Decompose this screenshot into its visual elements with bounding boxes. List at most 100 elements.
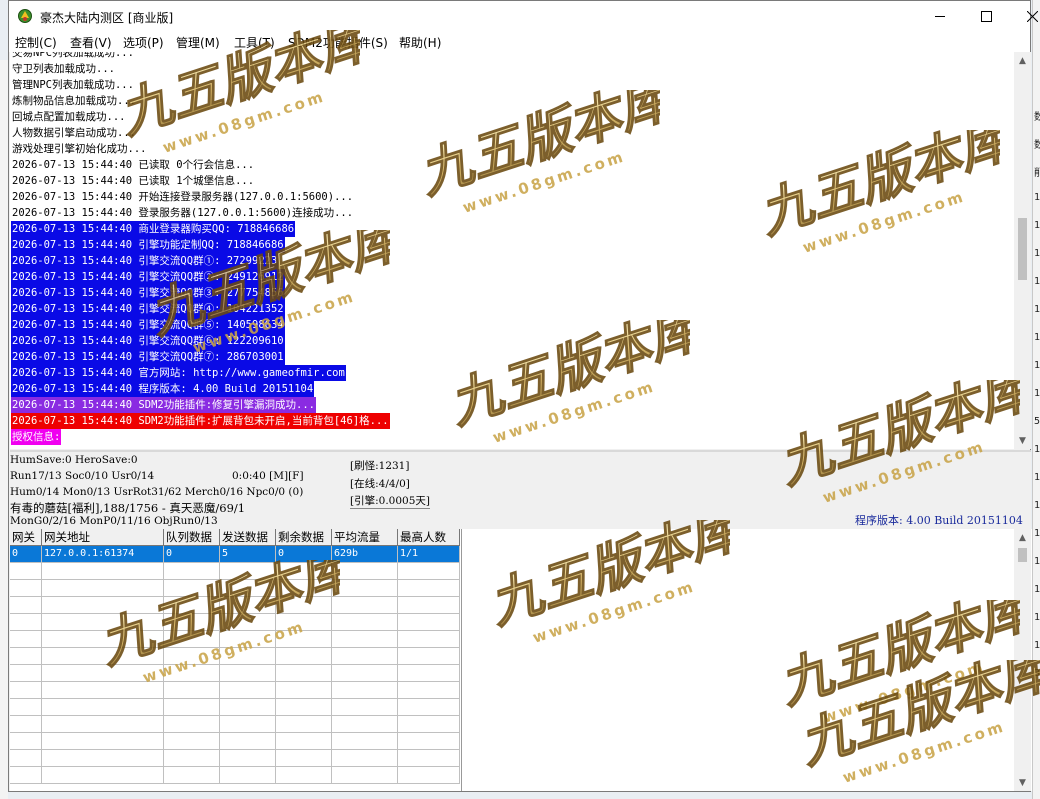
grid-empty-cell[interactable] bbox=[10, 563, 42, 580]
grid-empty-cell[interactable] bbox=[10, 580, 42, 597]
grid-empty-cell[interactable] bbox=[164, 648, 220, 665]
grid-empty-cell[interactable] bbox=[398, 716, 460, 733]
log-scrollbar[interactable]: ▲ ▼ bbox=[1014, 52, 1031, 449]
grid-empty-cell[interactable] bbox=[164, 665, 220, 682]
grid-empty-cell[interactable] bbox=[276, 750, 332, 767]
grid-empty-cell[interactable] bbox=[332, 648, 398, 665]
maximize-button[interactable] bbox=[963, 1, 1009, 32]
grid-header[interactable]: 网关地址 bbox=[42, 529, 164, 546]
grid-empty-cell[interactable] bbox=[220, 767, 276, 784]
grid-empty-cell[interactable] bbox=[164, 580, 220, 597]
grid-cell[interactable]: 0 bbox=[10, 546, 42, 563]
grid-empty-cell[interactable] bbox=[276, 716, 332, 733]
grid-empty-cell[interactable] bbox=[276, 648, 332, 665]
grid-empty-cell[interactable] bbox=[10, 614, 42, 631]
grid-empty-cell[interactable] bbox=[42, 665, 164, 682]
grid-empty-cell[interactable] bbox=[220, 716, 276, 733]
grid-empty-cell[interactable] bbox=[164, 631, 220, 648]
menu-options[interactable]: 选项(P) bbox=[123, 34, 164, 51]
grid-empty-cell[interactable] bbox=[164, 614, 220, 631]
grid-empty-cell[interactable] bbox=[42, 767, 164, 784]
grid-empty-cell[interactable] bbox=[220, 648, 276, 665]
grid-empty-cell[interactable] bbox=[42, 563, 164, 580]
grid-empty-cell[interactable] bbox=[276, 614, 332, 631]
grid-empty-cell[interactable] bbox=[398, 733, 460, 750]
grid-empty-cell[interactable] bbox=[276, 665, 332, 682]
grid-empty-cell[interactable] bbox=[10, 631, 42, 648]
grid-empty-cell[interactable] bbox=[276, 580, 332, 597]
grid-empty-cell[interactable] bbox=[220, 699, 276, 716]
grid-empty-cell[interactable] bbox=[10, 597, 42, 614]
minimize-button[interactable] bbox=[917, 1, 963, 32]
scroll-up-icon[interactable]: ▲ bbox=[1014, 52, 1031, 69]
grid-header[interactable]: 发送数据 bbox=[220, 529, 276, 546]
grid-empty-cell[interactable] bbox=[164, 563, 220, 580]
grid-empty-cell[interactable] bbox=[220, 580, 276, 597]
grid-empty-cell[interactable] bbox=[398, 631, 460, 648]
grid-header[interactable]: 平均流量 bbox=[332, 529, 398, 546]
grid-header[interactable]: 网关 bbox=[10, 529, 42, 546]
grid-empty-cell[interactable] bbox=[398, 580, 460, 597]
grid-scrollbar[interactable]: ▲ ▼ bbox=[1014, 529, 1031, 791]
grid-empty-cell[interactable] bbox=[220, 750, 276, 767]
grid-empty-cell[interactable] bbox=[42, 733, 164, 750]
grid-empty-cell[interactable] bbox=[10, 733, 42, 750]
grid-empty-cell[interactable] bbox=[42, 699, 164, 716]
grid-cell[interactable]: 629b bbox=[332, 546, 398, 563]
grid-cell[interactable]: 0 bbox=[164, 546, 220, 563]
grid-empty-cell[interactable] bbox=[276, 597, 332, 614]
grid-empty-cell[interactable] bbox=[398, 682, 460, 699]
grid-empty-cell[interactable] bbox=[42, 750, 164, 767]
menu-manage[interactable]: 管理(M) bbox=[176, 34, 220, 51]
menu-help[interactable]: 帮助(H) bbox=[399, 34, 441, 51]
grid-empty-cell[interactable] bbox=[398, 648, 460, 665]
grid-cell[interactable]: 1/1 bbox=[398, 546, 460, 563]
grid-header[interactable]: 剩余数据 bbox=[276, 529, 332, 546]
menu-view[interactable]: 查看(V) bbox=[70, 34, 112, 51]
grid-empty-cell[interactable] bbox=[398, 597, 460, 614]
grid-cell[interactable]: 0 bbox=[276, 546, 332, 563]
grid-empty-cell[interactable] bbox=[332, 767, 398, 784]
log-scroll-thumb[interactable] bbox=[1018, 218, 1027, 280]
grid-empty-cell[interactable] bbox=[10, 699, 42, 716]
grid-empty-cell[interactable] bbox=[42, 614, 164, 631]
close-button[interactable] bbox=[1009, 1, 1040, 32]
grid-cell[interactable]: 127.0.0.1:61374 bbox=[42, 546, 164, 563]
grid-empty-cell[interactable] bbox=[220, 733, 276, 750]
grid-empty-cell[interactable] bbox=[398, 750, 460, 767]
grid-empty-cell[interactable] bbox=[42, 597, 164, 614]
grid-empty-cell[interactable] bbox=[164, 750, 220, 767]
grid-scroll-thumb[interactable] bbox=[1018, 548, 1027, 562]
grid-empty-cell[interactable] bbox=[42, 631, 164, 648]
grid-empty-cell[interactable] bbox=[332, 716, 398, 733]
menu-control[interactable]: 控制(C) bbox=[15, 34, 57, 51]
menu-tools[interactable]: 工具(T) bbox=[234, 34, 275, 51]
grid-empty-cell[interactable] bbox=[332, 597, 398, 614]
menu-sdm2-plugin[interactable]: SDM2功能插件(S) bbox=[288, 34, 388, 51]
grid-empty-cell[interactable] bbox=[276, 682, 332, 699]
grid-empty-cell[interactable] bbox=[398, 699, 460, 716]
grid-empty-cell[interactable] bbox=[332, 699, 398, 716]
grid-empty-cell[interactable] bbox=[332, 750, 398, 767]
grid-empty-cell[interactable] bbox=[220, 563, 276, 580]
gateway-grid[interactable]: 网关 网关地址 队列数据 发送数据 剩余数据 平均流量 最高人数 0 127.0.0.1:613… bbox=[10, 529, 462, 791]
grid-empty-cell[interactable] bbox=[276, 699, 332, 716]
log-output[interactable]: 交易NPC列表加载成功... 守卫列表加载成功... 管理NPC列表加载成功... 炼… bbox=[10, 52, 1015, 449]
grid-empty-cell[interactable] bbox=[220, 597, 276, 614]
grid-empty-cell[interactable] bbox=[276, 767, 332, 784]
grid-empty-cell[interactable] bbox=[398, 563, 460, 580]
grid-empty-cell[interactable] bbox=[42, 580, 164, 597]
grid-empty-cell[interactable] bbox=[42, 682, 164, 699]
grid-empty-cell[interactable] bbox=[10, 716, 42, 733]
scroll-down-icon[interactable]: ▼ bbox=[1014, 432, 1031, 449]
grid-empty-cell[interactable] bbox=[164, 699, 220, 716]
grid-empty-cell[interactable] bbox=[10, 682, 42, 699]
grid-empty-cell[interactable] bbox=[10, 750, 42, 767]
grid-empty-cell[interactable] bbox=[164, 716, 220, 733]
grid-empty-cell[interactable] bbox=[398, 665, 460, 682]
grid-empty-cell[interactable] bbox=[42, 716, 164, 733]
grid-empty-cell[interactable] bbox=[276, 733, 332, 750]
grid-empty-cell[interactable] bbox=[220, 631, 276, 648]
grid-empty-cell[interactable] bbox=[332, 665, 398, 682]
grid-empty-cell[interactable] bbox=[164, 767, 220, 784]
